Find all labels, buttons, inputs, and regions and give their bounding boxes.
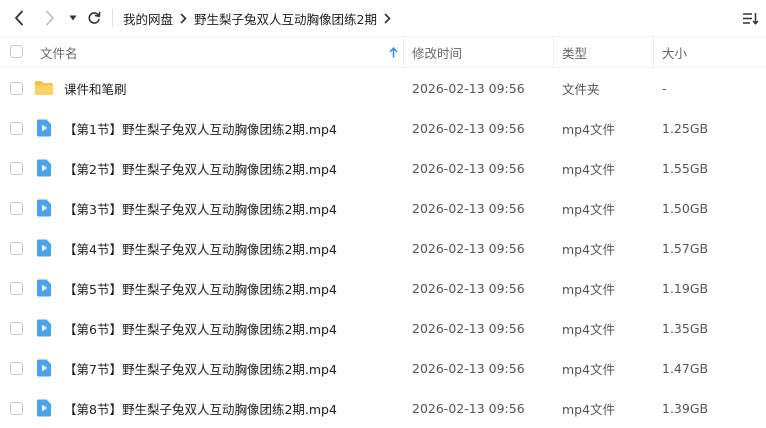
refresh-button[interactable] — [84, 0, 104, 36]
row-checkbox[interactable] — [10, 82, 23, 95]
row-checkbox[interactable] — [10, 322, 23, 335]
column-divider[interactable] — [653, 37, 654, 67]
video-file-icon — [37, 279, 51, 297]
file-type: mp4文件 — [562, 121, 616, 137]
file-name[interactable]: 【第7节】野生梨子兔双人互动胸像团练2期.mp4 — [64, 348, 337, 388]
video-file-icon — [37, 319, 51, 337]
row-checkbox[interactable] — [10, 362, 23, 375]
view-mode-button[interactable] — [738, 0, 762, 36]
video-file-icon — [37, 159, 51, 177]
file-name[interactable]: 【第2节】野生梨子兔双人互动胸像团练2期.mp4 — [64, 148, 337, 188]
file-name[interactable]: 课件和笔刷 — [64, 68, 127, 108]
file-type: mp4文件 — [562, 241, 616, 257]
file-row[interactable]: 【第1节】野生梨子兔双人互动胸像团练2期.mp4 2026-02-13 09:5… — [0, 108, 766, 148]
file-modified: 2026-02-13 09:56 — [412, 120, 525, 136]
file-size: 1.47GB — [662, 360, 709, 376]
column-divider[interactable] — [553, 37, 554, 67]
file-name[interactable]: 【第1节】野生梨子兔双人互动胸像团练2期.mp4 — [64, 108, 337, 148]
breadcrumb-current-folder[interactable]: 野生梨子兔双人互动胸像团练2期 — [194, 9, 377, 28]
file-modified: 2026-02-13 09:56 — [412, 160, 525, 176]
file-row[interactable]: 【第5节】野生梨子兔双人互动胸像团练2期.mp4 2026-02-13 09:5… — [0, 268, 766, 308]
file-modified: 2026-02-13 09:56 — [412, 80, 525, 96]
row-checkbox[interactable] — [10, 162, 23, 175]
row-checkbox[interactable] — [10, 242, 23, 255]
file-row[interactable]: 课件和笔刷 2026-02-13 09:56 文件夹 - — [0, 68, 766, 108]
file-modified: 2026-02-13 09:56 — [412, 320, 525, 336]
forward-button[interactable] — [37, 0, 63, 36]
row-checkbox[interactable] — [10, 202, 23, 215]
select-all-checkbox[interactable] — [10, 45, 23, 58]
refresh-icon — [88, 11, 101, 24]
file-row[interactable]: 【第6节】野生梨子兔双人互动胸像团练2期.mp4 2026-02-13 09:5… — [0, 308, 766, 348]
video-file-icon — [37, 359, 51, 377]
row-checkbox[interactable] — [10, 122, 23, 135]
toolbar: 我的网盘 野生梨子兔双人互动胸像团练2期 — [0, 0, 766, 36]
file-row[interactable]: 【第7节】野生梨子兔双人互动胸像团练2期.mp4 2026-02-13 09:5… — [0, 348, 766, 388]
column-divider[interactable] — [403, 37, 404, 67]
file-type: mp4文件 — [562, 401, 616, 417]
file-row[interactable]: 【第2节】野生梨子兔双人互动胸像团练2期.mp4 2026-02-13 09:5… — [0, 148, 766, 188]
chevron-left-icon — [15, 10, 23, 26]
file-size: 1.57GB — [662, 240, 709, 256]
file-type: mp4文件 — [562, 201, 616, 217]
caret-down-icon — [69, 15, 77, 21]
folder-icon — [35, 81, 53, 95]
history-dropdown-button[interactable] — [66, 0, 80, 36]
row-checkbox[interactable] — [10, 282, 23, 295]
file-list: 课件和笔刷 2026-02-13 09:56 文件夹 - 【第1节】野生梨子兔双… — [0, 68, 766, 428]
modified-column-header[interactable]: 修改时间 — [412, 37, 462, 67]
size-column-header[interactable]: 大小 — [662, 37, 687, 67]
back-button[interactable] — [6, 0, 32, 36]
file-modified: 2026-02-13 09:56 — [412, 280, 525, 296]
file-name[interactable]: 【第6节】野生梨子兔双人互动胸像团练2期.mp4 — [64, 308, 337, 348]
file-type: mp4文件 — [562, 281, 616, 297]
list-sort-icon — [742, 12, 759, 25]
file-type: 文件夹 — [562, 81, 600, 97]
video-file-icon — [37, 199, 51, 217]
file-name[interactable]: 【第5节】野生梨子兔双人互动胸像团练2期.mp4 — [64, 268, 337, 308]
name-column-header[interactable]: 文件名 — [40, 37, 78, 67]
breadcrumb-root[interactable]: 我的网盘 — [123, 9, 173, 28]
file-modified: 2026-02-13 09:56 — [412, 240, 525, 256]
column-header: 文件名 修改时间 类型 大小 — [0, 36, 766, 68]
file-type: mp4文件 — [562, 321, 616, 337]
video-file-icon — [37, 399, 51, 417]
row-checkbox[interactable] — [10, 402, 23, 415]
file-size: - — [662, 80, 667, 96]
file-size: 1.55GB — [662, 160, 709, 176]
file-row[interactable]: 【第3节】野生梨子兔双人互动胸像团练2期.mp4 2026-02-13 09:5… — [0, 188, 766, 228]
file-type: mp4文件 — [562, 361, 616, 377]
file-size: 1.35GB — [662, 320, 709, 336]
file-size: 1.19GB — [662, 280, 709, 296]
file-size: 1.25GB — [662, 120, 709, 136]
file-row[interactable]: 【第4节】野生梨子兔双人互动胸像团练2期.mp4 2026-02-13 09:5… — [0, 228, 766, 268]
file-size: 1.39GB — [662, 400, 709, 416]
file-name[interactable]: 【第4节】野生梨子兔双人互动胸像团练2期.mp4 — [64, 228, 337, 268]
file-name[interactable]: 【第8节】野生梨子兔双人互动胸像团练2期.mp4 — [64, 388, 337, 428]
chevron-right-icon — [180, 12, 187, 24]
video-file-icon — [37, 119, 51, 137]
sort-up-arrow-icon[interactable] — [389, 47, 398, 58]
video-file-icon — [37, 239, 51, 257]
file-modified: 2026-02-13 09:56 — [412, 360, 525, 376]
file-modified: 2026-02-13 09:56 — [412, 200, 525, 216]
chevron-right-icon — [384, 12, 391, 24]
type-column-header[interactable]: 类型 — [562, 37, 587, 67]
toolbar-divider — [112, 9, 113, 27]
chevron-right-icon — [46, 10, 54, 26]
file-size: 1.50GB — [662, 200, 709, 216]
file-type: mp4文件 — [562, 161, 616, 177]
file-name[interactable]: 【第3节】野生梨子兔双人互动胸像团练2期.mp4 — [64, 188, 337, 228]
file-row[interactable]: 【第8节】野生梨子兔双人互动胸像团练2期.mp4 2026-02-13 09:5… — [0, 388, 766, 428]
breadcrumb: 我的网盘 野生梨子兔双人互动胸像团练2期 — [123, 0, 398, 36]
file-modified: 2026-02-13 09:56 — [412, 400, 525, 416]
